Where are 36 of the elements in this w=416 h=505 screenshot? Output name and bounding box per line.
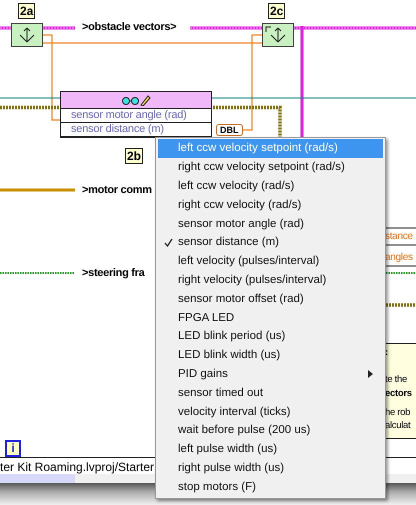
- menu-item[interactable]: left ccw velocity (rad/s): [158, 176, 383, 196]
- wire-label: >steering fra: [80, 266, 146, 281]
- comment-text: :: [385, 346, 388, 360]
- unbundle-node-icon: [11, 23, 43, 47]
- menu-item[interactable]: PID gains: [158, 364, 383, 384]
- menu-item[interactable]: sensor timed out: [158, 383, 383, 402]
- element-row[interactable]: sensor motor angle (rad): [61, 109, 211, 123]
- menu-item[interactable]: right pulse width (us): [158, 458, 383, 478]
- frame-label: 2c: [268, 3, 286, 19]
- unbundle-node-icon: [262, 23, 294, 47]
- output-label: angles: [385, 251, 413, 265]
- project-path: ter Kit Roaming.lvproj/Starter: [0, 460, 154, 474]
- output-label: stance: [385, 230, 413, 244]
- menu-item[interactable]: velocity interval (ticks): [158, 402, 383, 421]
- menu-item[interactable]: sensor motor angle (rad): [158, 214, 383, 233]
- menu-item[interactable]: sensor motor offset (rad): [158, 289, 383, 308]
- frame-label: 2b: [125, 148, 144, 164]
- wire: [386, 303, 416, 307]
- wire: [386, 228, 416, 266]
- menu-item[interactable]: LED blink period (us): [158, 326, 383, 346]
- menu-item[interactable]: right ccw velocity (rad/s): [158, 195, 383, 214]
- menu-item[interactable]: left velocity (pulses/interval): [158, 252, 383, 271]
- type-terminal: DBL: [216, 124, 242, 136]
- menu-item[interactable]: FPGA LED: [158, 308, 383, 327]
- comment-text: alculat: [385, 419, 410, 433]
- frame-label: 2a: [18, 3, 36, 19]
- menu-item[interactable]: right ccw velocity setpoint (rad/s): [158, 158, 383, 177]
- menu-item[interactable]: sensor distance (m): [158, 232, 383, 252]
- menu-item[interactable]: right velocity (pulses/interval): [158, 270, 383, 290]
- menu-item[interactable]: wait before pulse (200 us): [158, 420, 383, 440]
- menu-item[interactable]: stop motors (F): [158, 477, 383, 496]
- comment-text: ectors: [385, 387, 412, 401]
- submenu-arrow-icon: [368, 370, 373, 378]
- info-icon[interactable]: i: [5, 440, 21, 457]
- menu-item[interactable]: left pulse width (us): [158, 440, 383, 459]
- menu-item[interactable]: LED blink width (us): [158, 346, 383, 365]
